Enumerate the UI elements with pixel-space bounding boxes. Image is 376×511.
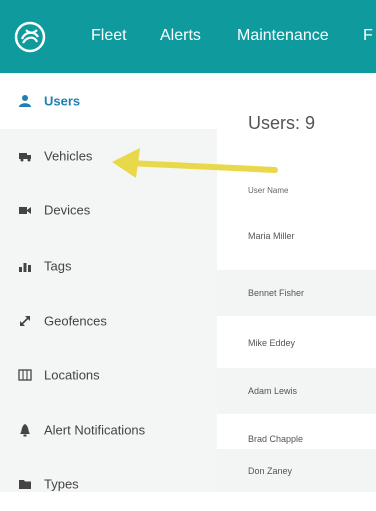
user-name-cell: Bennet Fisher [248,288,305,298]
sidebar-item-label: Devices [44,202,91,218]
annotation-arrow [112,148,278,178]
sidebar-item-alert-notifications[interactable]: Alert Notifications [0,403,217,457]
sidebar-item-tags[interactable]: Tags [0,239,217,293]
table-row[interactable]: Mike Eddey [217,320,376,366]
sidebar-item-label: Tags [44,258,72,274]
sidebar-item-label: Vehicles [44,148,93,164]
sidebar-item-label: Geofences [44,313,107,329]
page-title: Users: 9 [248,113,316,133]
user-name-cell: Adam Lewis [248,386,298,396]
nav-alerts[interactable]: Alerts [160,26,201,46]
truck-icon [19,153,31,162]
map-icon [18,369,32,381]
sidebar-item-label: Users [44,93,81,109]
table-row[interactable]: Bennet Fisher [217,270,376,316]
sidebar-item-users[interactable]: Users [0,73,217,129]
sidebar-item-label: Types [44,476,79,492]
user-name-cell: Don Zaney [248,465,293,476]
logo-swirl-icon[interactable] [14,21,46,53]
bell-icon [20,424,30,437]
sidebar-item-label: Locations [44,367,100,383]
folder-icon [19,480,31,489]
sidebar-item-geofences[interactable]: Geofences [0,294,217,348]
nav-maintenance[interactable]: Maintenance [237,26,329,46]
users-panel: Users: 9 User Name Maria Miller Bennet F… [217,73,376,492]
tags-icon [19,263,31,272]
table-row[interactable]: Adam Lewis [217,368,376,414]
user-icon [19,95,31,107]
expand-icon [20,316,30,326]
sidebar-item-locations[interactable]: Locations [0,348,217,402]
nav-item-truncated[interactable]: F [363,26,373,46]
sidebar-item-label: Alert Notifications [44,422,146,438]
nav-fleet[interactable]: Fleet [91,26,127,46]
video-camera-icon [19,207,31,214]
user-name-cell: Brad Chapple [248,434,304,444]
sidebar-item-devices[interactable]: Devices [0,183,217,237]
table-row[interactable]: Maria Miller [217,213,376,259]
sidebar-item-types[interactable]: Types [0,457,217,511]
sidebar: Users Vehicles Devices Tags Geofences Lo… [0,73,217,492]
table-row[interactable]: Don Zaney [217,449,376,492]
user-name-cell: Mike Eddey [248,338,296,348]
top-navigation-bar: Fleet Alerts Maintenance F [0,0,376,73]
user-name-cell: Maria Miller [248,231,295,241]
